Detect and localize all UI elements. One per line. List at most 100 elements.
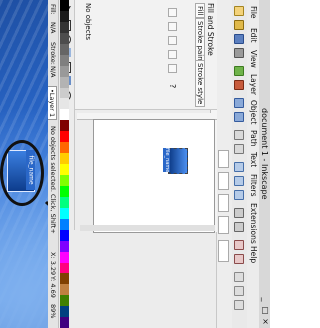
- palette-swatch[interactable]: [60, 153, 69, 165]
- palette-swatch[interactable]: [60, 87, 69, 99]
- redo-icon[interactable]: [234, 112, 244, 122]
- palette-swatch[interactable]: [60, 120, 69, 132]
- status-bar: Fill: N/A Stroke: N/A •Layer 1 No object…: [48, 0, 59, 328]
- inkscape-window: document 1 - Inkscape _ □ × File Edit Vi…: [48, 0, 270, 328]
- palette-swatch[interactable]: [60, 284, 69, 296]
- export-icon[interactable]: [234, 80, 244, 90]
- units-select[interactable]: [218, 240, 229, 262]
- x-field[interactable]: [218, 150, 229, 168]
- menu-path[interactable]: Path: [249, 130, 258, 146]
- unset-button[interactable]: [168, 64, 177, 73]
- hand-drawn-circle: [0, 140, 44, 206]
- imported-image[interactable]: [168, 148, 188, 174]
- new-document-icon[interactable]: [234, 6, 244, 16]
- linear-gradient-button[interactable]: [168, 22, 177, 31]
- menu-help[interactable]: Help: [249, 246, 258, 263]
- palette-swatch[interactable]: [60, 109, 69, 121]
- palette-swatch[interactable]: [60, 273, 69, 285]
- zoom-field[interactable]: 89%: [49, 304, 57, 318]
- palette-swatch[interactable]: [60, 262, 69, 274]
- menu-bar: File Edit View Layer Object Path Text Fi…: [246, 0, 259, 328]
- tool-controls-bar: [216, 0, 232, 328]
- print-icon[interactable]: [234, 48, 244, 58]
- palette-swatch[interactable]: [60, 32, 69, 44]
- palette-swatch[interactable]: [60, 240, 69, 252]
- copy-icon[interactable]: [234, 130, 244, 140]
- title-bar: document 1 - Inkscape _ □ ×: [258, 0, 270, 328]
- palette-swatch[interactable]: [60, 98, 69, 110]
- palette-swatch[interactable]: [60, 207, 69, 219]
- group-icon[interactable]: [234, 240, 244, 250]
- unknown-paint-indicator: ?: [168, 84, 177, 89]
- no-objects-message: No objects: [84, 3, 92, 40]
- palette-swatch[interactable]: [60, 21, 69, 33]
- import-icon[interactable]: [234, 66, 244, 76]
- open-folder-icon[interactable]: [234, 20, 244, 30]
- duplicate-icon[interactable]: [234, 208, 244, 218]
- palette-swatch[interactable]: [60, 295, 69, 307]
- inkscape-window-frame: document 1 - Inkscape _ □ × File Edit Vi…: [48, 0, 270, 328]
- palette-swatch[interactable]: [60, 229, 69, 241]
- status-message: No objects selected. Click, Shift+: [49, 126, 57, 234]
- palette-swatch[interactable]: [60, 131, 69, 143]
- commands-toolbar: [231, 0, 247, 328]
- palette-swatch[interactable]: [60, 10, 69, 22]
- palette-swatch[interactable]: [60, 306, 69, 318]
- tab-stroke-style[interactable]: Stroke style: [195, 60, 205, 108]
- y-field[interactable]: [218, 172, 229, 190]
- palette-swatch[interactable]: [60, 164, 69, 175]
- zoom-page-icon[interactable]: [234, 190, 244, 200]
- drawing-canvas[interactable]: file_name: [93, 119, 215, 233]
- palette-swatch[interactable]: [60, 43, 69, 55]
- zoom-drawing-icon[interactable]: [234, 176, 244, 186]
- fill-label: Fill:: [49, 4, 57, 15]
- save-icon[interactable]: [234, 34, 244, 44]
- menu-object[interactable]: Object: [249, 100, 258, 124]
- palette-swatch[interactable]: [60, 65, 69, 77]
- menu-filters[interactable]: Filters: [249, 174, 258, 196]
- palette-swatch[interactable]: [60, 218, 69, 230]
- color-palette: [60, 0, 69, 328]
- palette-swatch[interactable]: [60, 0, 69, 11]
- fill-stroke-dialog: Fill and Stroke (Shift+Ctrl+F) Fill Stro…: [75, 0, 217, 110]
- menu-file[interactable]: File: [249, 6, 258, 19]
- x-coordinate: X: 3.29: [49, 252, 57, 276]
- menu-view[interactable]: View: [249, 50, 258, 68]
- stroke-value: N/A: [49, 66, 57, 78]
- palette-swatch[interactable]: [60, 76, 69, 88]
- menu-text[interactable]: Text: [249, 152, 258, 167]
- clone-icon[interactable]: [234, 222, 244, 232]
- fill-stroke-icon[interactable]: [234, 272, 244, 282]
- text-font-icon[interactable]: [234, 286, 244, 296]
- close-button[interactable]: ×: [260, 316, 270, 327]
- undo-icon[interactable]: [234, 98, 244, 108]
- zoom-selection-icon[interactable]: [234, 162, 244, 172]
- pattern-button[interactable]: [168, 50, 177, 59]
- menu-extensions[interactable]: Extensions: [249, 203, 258, 244]
- tab-fill[interactable]: Fill: [195, 3, 205, 19]
- radial-gradient-button[interactable]: [168, 36, 177, 45]
- palette-swatch[interactable]: [60, 142, 69, 154]
- maximize-button[interactable]: □: [260, 305, 270, 316]
- flat-color-button[interactable]: [168, 8, 177, 17]
- fill-value: N/A: [49, 22, 57, 34]
- palette-swatch[interactable]: [60, 317, 69, 328]
- stroke-label: Stroke:: [49, 42, 57, 65]
- window-title: document 1 - Inkscape: [260, 108, 269, 200]
- palette-swatch[interactable]: [60, 185, 69, 197]
- layer-selector[interactable]: •Layer 1: [48, 86, 57, 121]
- minimize-button[interactable]: _: [260, 294, 270, 305]
- vertical-scrollbar[interactable]: [80, 225, 215, 231]
- paste-icon[interactable]: [234, 144, 244, 154]
- ungroup-icon[interactable]: [234, 254, 244, 264]
- palette-swatch[interactable]: [60, 175, 69, 186]
- xml-editor-icon[interactable]: [234, 300, 244, 310]
- y-coordinate: Y: 4.69: [49, 276, 57, 298]
- palette-swatch[interactable]: [60, 196, 69, 208]
- palette-swatch[interactable]: [60, 54, 69, 66]
- menu-edit[interactable]: Edit: [249, 28, 258, 43]
- height-field[interactable]: [218, 216, 229, 234]
- palette-swatch[interactable]: [60, 251, 69, 263]
- menu-layer[interactable]: Layer: [249, 74, 258, 95]
- width-field[interactable]: [218, 194, 229, 212]
